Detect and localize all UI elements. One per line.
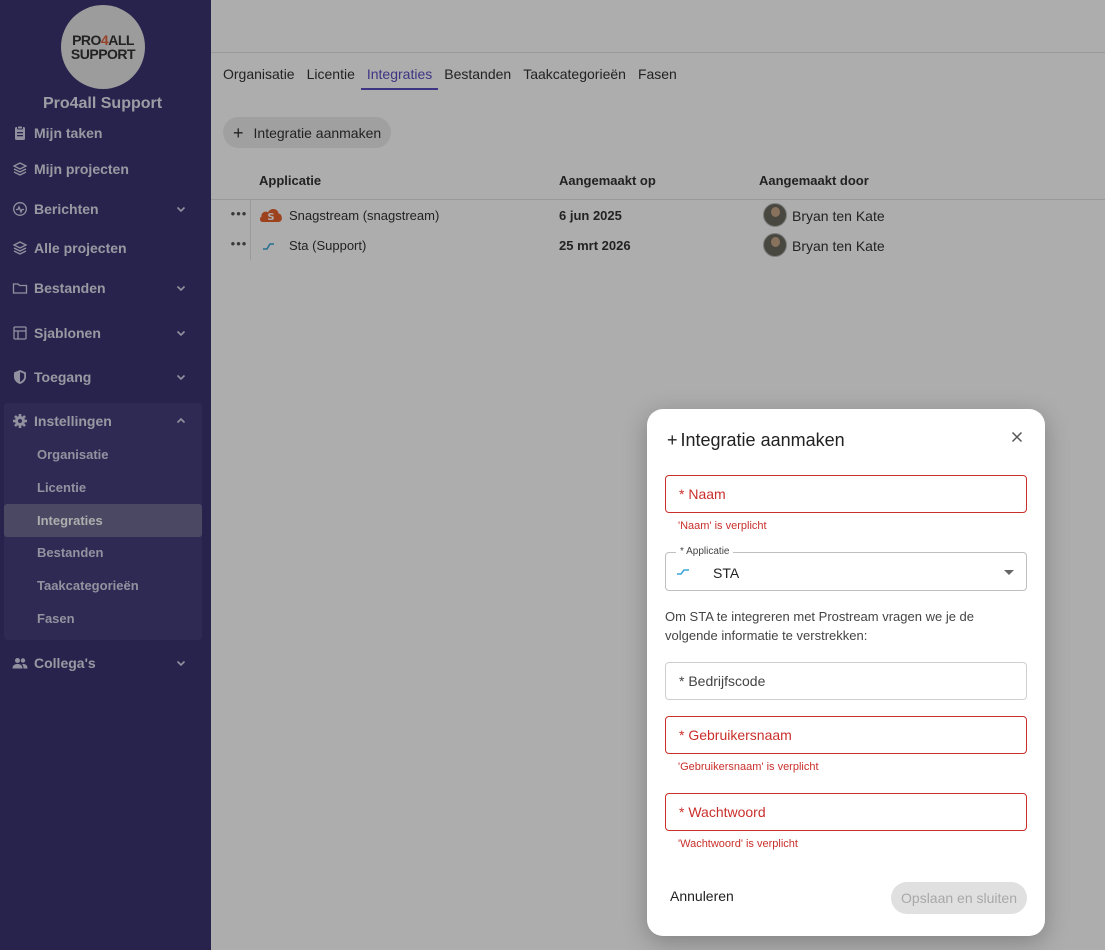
naam-label: * Naam [679, 486, 726, 502]
sta-icon [677, 569, 689, 575]
wachtwoord-error: 'Wachtwoord' is verplicht [678, 838, 798, 850]
gebruikersnaam-error: 'Gebruikersnaam' is verplicht [678, 761, 819, 773]
naam-field[interactable]: * Naam [665, 475, 1027, 513]
cancel-button[interactable]: Annuleren [670, 888, 734, 904]
applicatie-select[interactable]: * Applicatie STA [665, 546, 1027, 591]
dialog-title-text: Integratie aanmaken [680, 430, 845, 450]
close-icon[interactable] [1009, 429, 1025, 445]
naam-error: 'Naam' is verplicht [678, 520, 767, 532]
create-integration-dialog: + Integratie aanmaken * Naam 'Naam' is v… [647, 409, 1045, 936]
applicatie-value: STA [713, 565, 740, 581]
dialog-title: + Integratie aanmaken [667, 430, 845, 451]
save-and-close-button[interactable]: Opslaan en sluiten [891, 882, 1027, 914]
integration-info-text: Om STA te integreren met Prostream vrage… [665, 609, 975, 643]
dropdown-arrow-icon [1004, 570, 1014, 575]
gebruikersnaam-label: * Gebruikersnaam [679, 727, 792, 743]
wachtwoord-field[interactable]: * Wachtwoord [665, 793, 1027, 831]
bedrijfscode-label: * Bedrijfscode [679, 673, 766, 689]
applicatie-legend: * Applicatie [676, 546, 734, 557]
bedrijfscode-field[interactable]: * Bedrijfscode [665, 662, 1027, 700]
plus-icon: + [667, 430, 678, 450]
wachtwoord-label: * Wachtwoord [679, 804, 766, 820]
gebruikersnaam-field[interactable]: * Gebruikersnaam [665, 716, 1027, 754]
